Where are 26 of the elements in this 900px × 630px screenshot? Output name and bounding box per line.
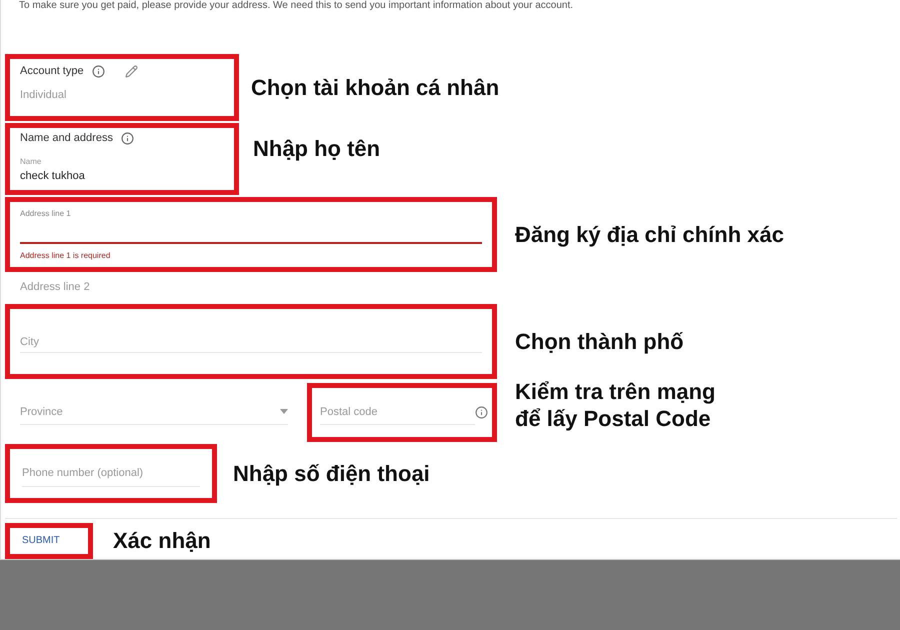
annotation-text: Nhập số điện thoại [233,460,430,488]
phone-input[interactable]: Phone number (optional) [22,459,200,488]
field-label: Address line 1 [20,208,72,220]
intro-text: To make sure you get paid, please provide your address. We need this to send you important information about your account. [18,0,574,12]
submit-button[interactable]: SUBMIT [5,522,93,559]
field-label: Account type [20,64,84,79]
info-icon[interactable] [92,64,105,78]
annotation-text: Chọn tài khoản cá nhân [251,74,500,102]
province-dropdown[interactable]: Province [20,399,288,426]
field-value: Individual [20,88,68,104]
info-icon[interactable] [475,406,488,419]
field-label: Name and address [20,130,113,146]
text-input[interactable]: Address line 2 [5,272,497,302]
field-label: Name [20,156,42,168]
postal-code-input[interactable]: Postal code [320,399,475,426]
name-field[interactable]: check tukhoa [20,168,224,185]
edit-icon[interactable] [124,64,138,78]
annotation-text: Nhập họ tên [253,135,380,163]
annotation-text: Đăng ký địa chỉ chính xác [515,220,784,248]
info-icon[interactable] [120,132,134,145]
annotation-text: Chọn thành phố [515,328,684,356]
dropdown-caret-icon [280,409,288,414]
error-text: Address line 1 is required [20,250,112,262]
annotation-text: Kiểm tra trên mạng để lấy Postal Code [515,378,716,433]
annotation-text: Xác nhận [113,527,211,555]
text-input[interactable]: City [20,329,482,354]
